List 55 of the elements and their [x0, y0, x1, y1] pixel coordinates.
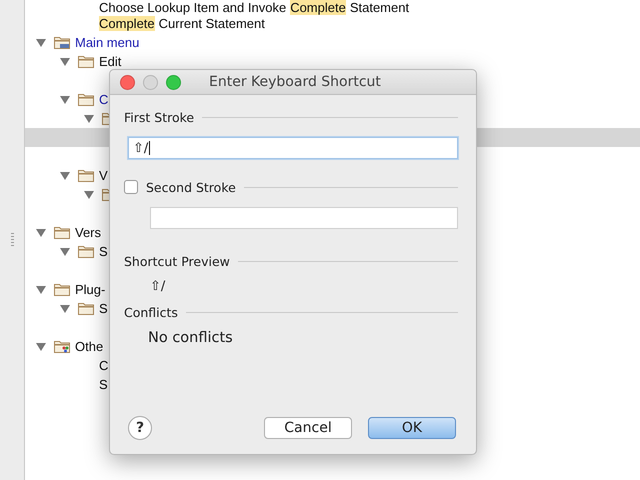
tree-item-label: Choose Lookup Item and Invoke — [99, 0, 286, 14]
tree-item-label[interactable]: Edit — [99, 54, 122, 69]
checkbox[interactable] — [124, 180, 138, 194]
expand-arrow-icon[interactable] — [60, 96, 70, 104]
tree-item-label: Statement — [350, 0, 410, 14]
minimize-icon — [143, 74, 158, 90]
expand-arrow-icon[interactable] — [60, 248, 70, 256]
expand-arrow-icon[interactable] — [36, 286, 46, 294]
help-button[interactable]: ? — [128, 416, 152, 440]
tree-item-label[interactable]: S — [99, 244, 108, 259]
tree-item-label[interactable]: S — [99, 301, 108, 316]
expand-arrow-icon[interactable] — [60, 172, 70, 180]
tree-item-label: Current Statement — [158, 16, 265, 31]
plugin-folder-icon — [54, 340, 70, 353]
folder-icon — [78, 245, 94, 258]
shortcut-preview: ⇧/ — [150, 279, 166, 294]
conflicts-text: No conflicts — [148, 330, 234, 346]
expand-arrow-icon[interactable] — [36, 228, 46, 236]
section-label: Shortcut Preview — [124, 254, 230, 268]
folder-icon — [54, 226, 70, 239]
menu-folder-icon — [54, 36, 70, 49]
folder-icon — [102, 188, 109, 201]
window-title: Enter Keyboard Shortcut — [209, 74, 381, 90]
folder-icon — [102, 112, 109, 125]
expand-arrow-icon[interactable] — [84, 190, 94, 198]
highlighted-text: Complete — [290, 0, 346, 14]
tree-item-label[interactable]: Othe — [75, 339, 104, 354]
checkbox-label[interactable]: Second Stroke — [146, 180, 236, 194]
tree-item-label[interactable]: C — [99, 92, 108, 107]
expand-arrow-icon[interactable] — [60, 58, 70, 66]
tree-item-label[interactable]: Plug- — [75, 282, 106, 297]
folder-icon — [78, 93, 94, 106]
folder-icon — [54, 283, 70, 296]
cancel-button[interactable]: Cancel — [264, 417, 352, 439]
expand-arrow-icon[interactable] — [60, 304, 70, 312]
folder-icon — [78, 169, 94, 182]
input-field[interactable] — [150, 207, 458, 229]
tree-item-label[interactable]: C — [99, 358, 108, 373]
tree-item-label[interactable]: Main menu — [75, 35, 140, 50]
ok-button[interactable]: OK — [368, 417, 456, 439]
close-icon[interactable] — [120, 74, 135, 90]
section-label: First Stroke — [124, 110, 194, 124]
zoom-icon[interactable] — [166, 74, 181, 90]
tree-item-label[interactable]: Vers — [75, 225, 102, 240]
folder-icon — [78, 302, 94, 315]
tree-item-label[interactable]: V — [99, 168, 108, 183]
splitter-grip-icon[interactable] — [10, 233, 14, 247]
expand-arrow-icon[interactable] — [36, 38, 46, 46]
expand-arrow-icon[interactable] — [84, 114, 94, 122]
highlighted-text: Complete — [99, 16, 155, 31]
folder-icon — [78, 55, 94, 68]
section-label: Conflicts — [124, 304, 178, 320]
tree-item-label[interactable]: S — [99, 377, 108, 392]
input-field[interactable]: ⇧/ — [128, 137, 458, 159]
expand-arrow-icon[interactable] — [36, 342, 46, 350]
